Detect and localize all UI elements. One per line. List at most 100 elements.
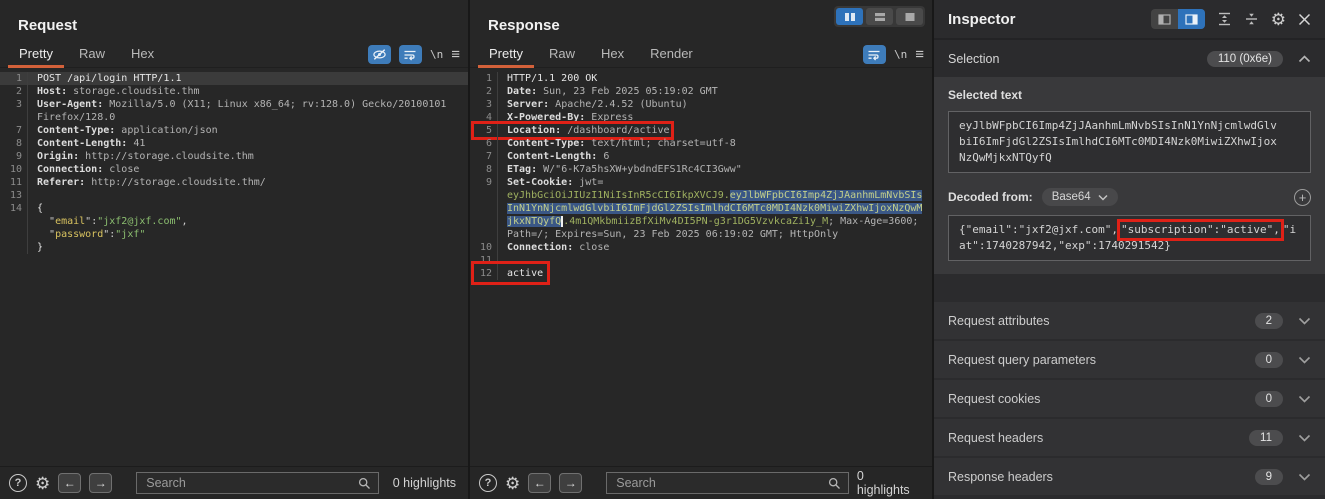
code-line[interactable]: 13 [0, 189, 468, 202]
chevron-down-icon[interactable] [1298, 473, 1311, 481]
section-label: Request query parameters [948, 353, 1096, 367]
request-search-input[interactable] [146, 476, 358, 490]
chevron-down-icon [1098, 194, 1108, 201]
section-request-query-parameters[interactable]: Request query parameters0 [934, 341, 1325, 378]
help-icon[interactable]: ? [9, 474, 27, 492]
code-line[interactable]: InN1YnNjcmlwdGlvbiI6ImFjdGl2ZSIsImlhdCI6… [470, 202, 932, 215]
response-search-bar: ? ⚙ ← → 0 highlights [470, 466, 932, 499]
code-line[interactable]: 1POST /api/login HTTP/1.1 [0, 72, 468, 85]
code-line[interactable]: 11 [470, 254, 932, 267]
help-icon[interactable]: ? [479, 474, 497, 492]
code-line[interactable]: 11Referer: http://storage.cloudsite.thm/ [0, 176, 468, 189]
request-title: Request [0, 0, 468, 42]
response-search-input[interactable] [616, 476, 828, 490]
tab-hex[interactable]: Hex [118, 42, 167, 68]
selection-section-header[interactable]: Selection 110 (0x6e) [934, 40, 1325, 77]
dock-right-button[interactable] [1178, 9, 1205, 29]
inspector-header: Inspector [934, 0, 1325, 40]
chevron-down-icon[interactable] [1298, 395, 1311, 403]
inspector-settings-gear-icon[interactable]: ⚙ [1271, 11, 1286, 28]
code-line[interactable]: jkxNTQyfQ.4m1QMkbmiizBfXiMv4DI5PN-g3r1DG… [470, 215, 932, 228]
code-line[interactable]: eyJhbGciOiJIUzI1NiIsInR5cCI6IkpXVCJ9.eyJ… [470, 189, 932, 202]
chevron-down-icon[interactable] [1298, 317, 1311, 325]
editor-menu-icon[interactable]: ≡ [451, 47, 460, 62]
line-number [470, 215, 497, 228]
line-number [470, 228, 497, 241]
add-decoding-step-button[interactable]: + [1294, 189, 1311, 206]
editor-menu-icon[interactable]: ≡ [915, 47, 924, 62]
tab-hex[interactable]: Hex [588, 42, 637, 68]
code-line[interactable]: "email":"jxf2@jxf.com", [0, 215, 468, 228]
search-prev-button[interactable]: ← [528, 473, 551, 493]
code-line[interactable]: 2Date: Sun, 23 Feb 2025 05:19:02 GMT [470, 85, 932, 98]
code-line[interactable]: 10Connection: close [0, 163, 468, 176]
code-line[interactable]: Path=/; Expires=Sun, 23 Feb 2025 06:19:0… [470, 228, 932, 241]
layout-single-button[interactable] [896, 8, 923, 25]
word-wrap-toggle[interactable] [399, 45, 422, 64]
code-line[interactable]: 1HTTP/1.1 200 OK [470, 72, 932, 85]
section-request-headers[interactable]: Request headers11 [934, 419, 1325, 456]
code-line[interactable]: 9Origin: http://storage.cloudsite.thm [0, 150, 468, 163]
code-line[interactable]: Firefox/128.0 [0, 111, 468, 124]
code-line[interactable]: 8Content-Length: 41 [0, 137, 468, 150]
code-line[interactable]: } [0, 241, 468, 254]
code-line[interactable]: 10Connection: close [470, 241, 932, 254]
newline-toggle[interactable]: \n [430, 48, 443, 61]
request-tabbar: PrettyRawHex \n ≡ [0, 42, 468, 68]
code-line[interactable]: 14{ [0, 202, 468, 215]
selected-text-value[interactable]: eyJlbWFpbCI6Imp4ZjJAanhmLmNvbSIsInN1YnNj… [948, 111, 1311, 173]
layout-rows-button[interactable] [866, 8, 893, 25]
code-line[interactable]: 2Host: storage.cloudsite.thm [0, 85, 468, 98]
dock-right-icon [1185, 14, 1198, 25]
section-count-badge: 2 [1255, 313, 1283, 329]
chevron-down-icon[interactable] [1298, 356, 1311, 364]
request-editor[interactable]: 1POST /api/login HTTP/1.12Host: storage.… [0, 68, 468, 466]
code-line[interactable]: "password":"jxf" [0, 228, 468, 241]
code-line[interactable]: 9Set-Cookie: jwt= [470, 176, 932, 189]
decoded-text-value[interactable]: {"email":"jxf2@jxf.com","subscription":"… [948, 215, 1311, 261]
code-line[interactable]: 6Content-Type: text/html; charset=utf-8 [470, 137, 932, 150]
inspector-close-button[interactable] [1298, 13, 1311, 26]
section-response-headers[interactable]: Response headers9 [934, 458, 1325, 495]
dock-left-button[interactable] [1151, 9, 1178, 29]
code-line[interactable]: 3User-Agent: Mozilla/5.0 (X11; Linux x86… [0, 98, 468, 111]
layout-columns-button[interactable] [836, 8, 863, 25]
chevron-down-icon[interactable] [1298, 434, 1311, 442]
section-request-cookies[interactable]: Request cookies0 [934, 380, 1325, 417]
search-prev-button[interactable]: ← [58, 473, 81, 493]
tab-pretty[interactable]: Pretty [476, 42, 536, 68]
tab-raw[interactable]: Raw [536, 42, 588, 68]
tab-raw[interactable]: Raw [66, 42, 118, 68]
request-search-bar: ? ⚙ ← → 0 highlights [0, 466, 468, 499]
search-next-button[interactable]: → [559, 473, 582, 493]
code-line[interactable]: 4X-Powered-By: Express [470, 111, 932, 124]
burp-repeater-window: Request PrettyRawHex \n [0, 0, 1325, 499]
response-search-box [606, 472, 849, 494]
code-line[interactable]: 7Content-Type: application/json [0, 124, 468, 137]
hide-nonprintable-toggle[interactable] [368, 45, 391, 64]
line-number: 3 [470, 98, 497, 111]
section-count-badge: 9 [1255, 469, 1283, 485]
word-wrap-icon [403, 49, 417, 61]
line-number: 2 [0, 85, 27, 98]
code-line[interactable]: 5Location: /dashboard/active [470, 124, 932, 137]
collapse-all-button[interactable] [1244, 12, 1259, 26]
newline-toggle[interactable]: \n [894, 48, 907, 61]
line-number: 11 [470, 254, 497, 267]
tab-render[interactable]: Render [637, 42, 706, 68]
encoding-dropdown[interactable]: Base64 [1042, 188, 1118, 206]
chevron-up-icon[interactable] [1298, 55, 1311, 63]
code-line[interactable]: 8ETag: W/"6-K7a5hsXW+ybdndEFS1Rc4CI3Gww" [470, 163, 932, 176]
code-line[interactable]: 7Content-Length: 6 [470, 150, 932, 163]
tab-pretty[interactable]: Pretty [6, 42, 66, 68]
response-editor[interactable]: 1HTTP/1.1 200 OK2Date: Sun, 23 Feb 2025 … [470, 68, 932, 466]
settings-gear-icon[interactable]: ⚙ [505, 475, 520, 492]
code-line[interactable]: 12active [470, 267, 932, 280]
expand-all-button[interactable] [1217, 12, 1232, 26]
line-number [470, 202, 497, 215]
settings-gear-icon[interactable]: ⚙ [35, 475, 50, 492]
search-next-button[interactable]: → [89, 473, 112, 493]
section-request-attributes[interactable]: Request attributes2 [934, 302, 1325, 339]
code-line[interactable]: 3Server: Apache/2.4.52 (Ubuntu) [470, 98, 932, 111]
word-wrap-toggle[interactable] [863, 45, 886, 64]
